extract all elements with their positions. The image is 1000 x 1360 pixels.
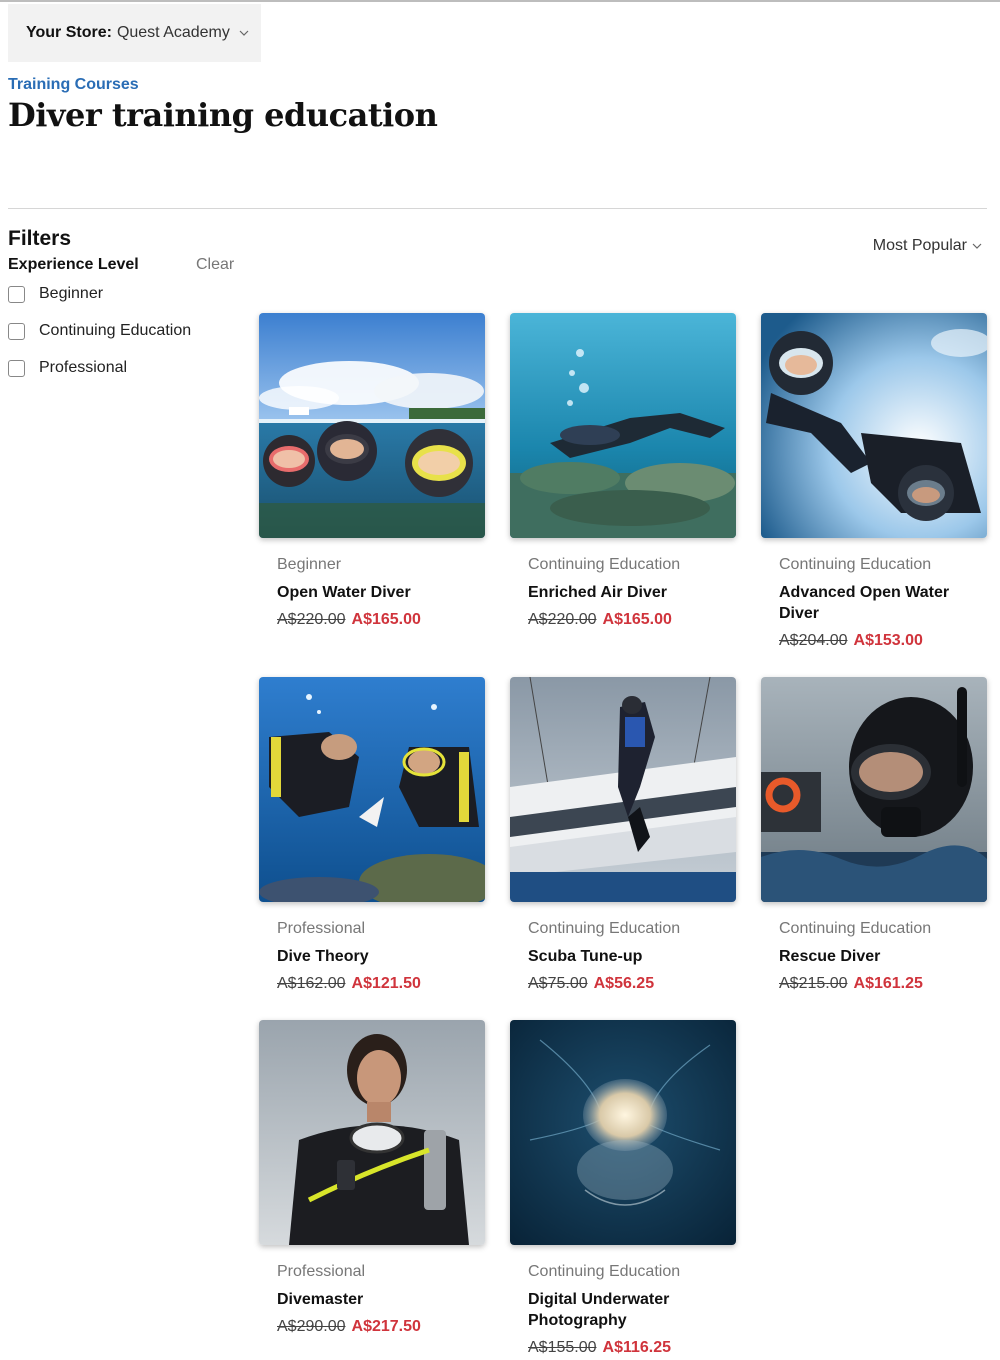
product-category: Beginner bbox=[277, 556, 342, 573]
product-card[interactable]: Continuing Education Digital Underwater … bbox=[510, 1020, 736, 1358]
sale-price: A$165.00 bbox=[351, 611, 421, 628]
product-price: A$204.00 A$153.00 bbox=[779, 631, 987, 651]
product-name[interactable]: Rescue Diver bbox=[779, 946, 979, 967]
product-price: A$220.00 A$165.00 bbox=[277, 610, 485, 630]
filter-option-label: Continuing Education bbox=[39, 322, 192, 339]
original-price: A$220.00 bbox=[528, 611, 597, 628]
product-name[interactable]: Dive Theory bbox=[277, 946, 477, 967]
diver-reef-image bbox=[510, 313, 736, 538]
product-image[interactable] bbox=[510, 1020, 736, 1245]
divers-surface-image bbox=[761, 313, 987, 538]
chevron-down-icon bbox=[972, 243, 982, 249]
checkbox[interactable] bbox=[8, 322, 25, 340]
store-name: Quest Academy bbox=[116, 24, 230, 41]
product-image[interactable] bbox=[259, 1020, 485, 1245]
product-card[interactable]: Beginner Open Water Diver A$220.00 A$165.… bbox=[259, 313, 485, 630]
top-border bbox=[0, 0, 1000, 2]
clear-filters-button[interactable]: Clear bbox=[196, 256, 234, 274]
rescue-diver-image bbox=[761, 677, 987, 902]
checkbox[interactable] bbox=[8, 285, 25, 303]
divers-split-water-image bbox=[259, 313, 485, 538]
product-name[interactable]: Advanced Open Water Diver bbox=[779, 582, 979, 624]
filter-option-label: Professional bbox=[39, 359, 128, 376]
product-price: A$215.00 A$161.25 bbox=[779, 974, 987, 994]
product-category: Continuing Education bbox=[528, 556, 681, 573]
product-price: A$75.00 A$56.25 bbox=[528, 974, 736, 994]
product-image[interactable] bbox=[259, 677, 485, 902]
product-image[interactable] bbox=[761, 313, 987, 538]
store-selector[interactable]: Your Store: Quest Academy bbox=[8, 4, 261, 62]
product-card[interactable]: Continuing Education Advanced Open Water… bbox=[761, 313, 987, 651]
filter-professional[interactable]: Professional bbox=[8, 357, 127, 379]
filter-continuing-education[interactable]: Continuing Education bbox=[8, 320, 191, 342]
product-category: Professional bbox=[277, 1263, 366, 1280]
product-price: A$290.00 A$217.50 bbox=[277, 1317, 485, 1337]
product-name[interactable]: Digital Underwater Photography bbox=[528, 1289, 728, 1331]
sale-price: A$161.25 bbox=[853, 975, 923, 992]
chevron-down-icon bbox=[239, 30, 249, 36]
product-image[interactable] bbox=[259, 313, 485, 538]
sale-price: A$153.00 bbox=[853, 632, 923, 649]
product-category: Continuing Education bbox=[528, 1263, 681, 1280]
original-price: A$155.00 bbox=[528, 1339, 597, 1356]
original-price: A$215.00 bbox=[779, 975, 848, 992]
store-label: Your Store: bbox=[26, 24, 112, 41]
product-name[interactable]: Enriched Air Diver bbox=[528, 582, 728, 603]
product-name[interactable]: Open Water Diver bbox=[277, 582, 477, 603]
sale-price: A$56.25 bbox=[593, 975, 655, 992]
product-image[interactable] bbox=[510, 313, 736, 538]
two-divers-image bbox=[259, 677, 485, 902]
product-card[interactable]: Continuing Education Rescue Diver A$215.… bbox=[761, 677, 987, 994]
product-card[interactable]: Professional Dive Theory A$162.00 A$121.5… bbox=[259, 677, 485, 994]
product-price: A$162.00 A$121.50 bbox=[277, 974, 485, 994]
filter-option-label: Beginner bbox=[39, 285, 104, 302]
filters-title: Filters bbox=[8, 227, 72, 250]
original-price: A$204.00 bbox=[779, 632, 848, 649]
original-price: A$220.00 bbox=[277, 611, 346, 628]
sale-price: A$165.00 bbox=[602, 611, 672, 628]
product-category: Continuing Education bbox=[779, 556, 932, 573]
sort-dropdown[interactable]: Most Popular bbox=[873, 237, 982, 255]
product-price: A$155.00 A$116.25 bbox=[528, 1338, 736, 1358]
product-name[interactable]: Scuba Tune-up bbox=[528, 946, 728, 967]
product-card[interactable]: Continuing Education Enriched Air Diver … bbox=[510, 313, 736, 630]
filter-group-experience-level: Experience Level bbox=[8, 256, 139, 273]
sale-price: A$217.50 bbox=[351, 1318, 421, 1335]
product-image[interactable] bbox=[761, 677, 987, 902]
checkbox[interactable] bbox=[8, 359, 25, 377]
filter-beginner[interactable]: Beginner bbox=[8, 283, 103, 305]
product-card[interactable]: Professional Divemaster A$290.00 A$217.50 bbox=[259, 1020, 485, 1337]
original-price: A$162.00 bbox=[277, 975, 346, 992]
page-title: Diver training education bbox=[8, 96, 438, 134]
product-image[interactable] bbox=[510, 677, 736, 902]
original-price: A$75.00 bbox=[528, 975, 588, 992]
original-price: A$290.00 bbox=[277, 1318, 346, 1335]
sort-selected: Most Popular bbox=[872, 237, 967, 254]
divemaster-portrait-image bbox=[259, 1020, 485, 1245]
sale-price: A$116.25 bbox=[602, 1339, 672, 1356]
product-name[interactable]: Divemaster bbox=[277, 1289, 477, 1310]
product-card[interactable]: Continuing Education Scuba Tune-up A$75.… bbox=[510, 677, 736, 994]
boat-entry-image bbox=[510, 677, 736, 902]
product-price: A$220.00 A$165.00 bbox=[528, 610, 736, 630]
product-category: Continuing Education bbox=[779, 920, 932, 937]
divider bbox=[8, 208, 987, 209]
sale-price: A$121.50 bbox=[351, 975, 421, 992]
breadcrumb[interactable]: Training Courses bbox=[8, 76, 139, 94]
jellyfish-image bbox=[510, 1020, 736, 1245]
product-category: Professional bbox=[277, 920, 366, 937]
product-category: Continuing Education bbox=[528, 920, 681, 937]
